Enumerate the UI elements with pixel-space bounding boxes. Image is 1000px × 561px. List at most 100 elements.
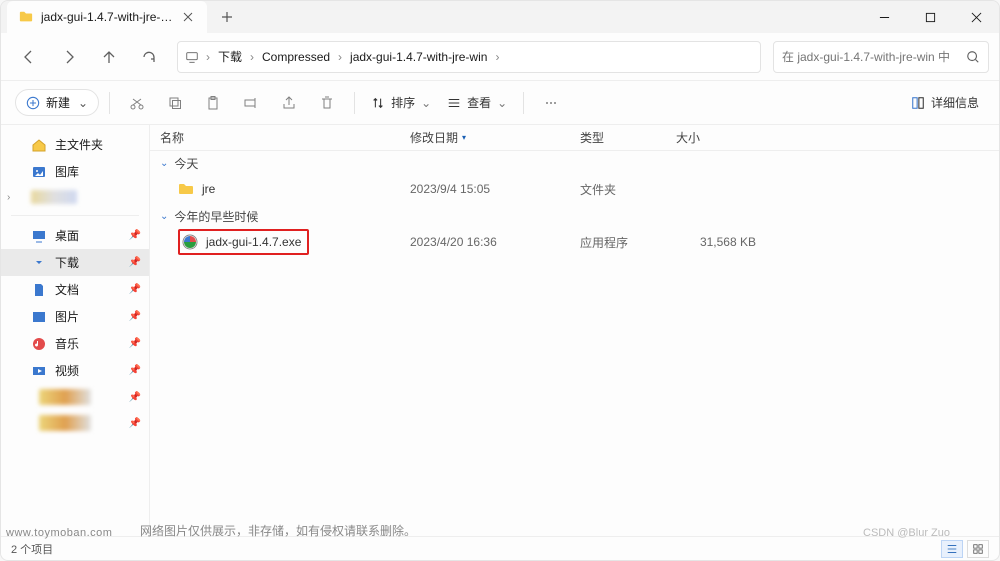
close-icon[interactable] (181, 10, 195, 24)
column-date[interactable]: 修改日期▾ (400, 129, 570, 146)
chevron-right-icon: › (204, 50, 212, 64)
refresh-button[interactable] (131, 39, 167, 75)
sidebar-item-pictures[interactable]: 图片 📌 (1, 303, 149, 330)
sidebar-item-redacted[interactable]: 📌 (1, 384, 149, 410)
exe-icon (182, 234, 198, 250)
sidebar-item-redacted[interactable]: 📌 (1, 410, 149, 436)
group-header-today[interactable]: ⌄ 今天 (150, 151, 999, 174)
file-row[interactable]: jadx-gui-1.4.7.exe 2023/4/20 16:36 应用程序 … (150, 227, 999, 257)
documents-icon (31, 282, 47, 298)
sidebar-item-label: 桌面 (55, 227, 79, 244)
folder-icon (178, 181, 194, 197)
column-headers: 名称 修改日期▾ 类型 大小 (150, 125, 999, 151)
sidebar-item-label: 文档 (55, 281, 79, 298)
share-button[interactable] (272, 86, 306, 120)
breadcrumb[interactable]: › 下载 › Compressed › jadx-gui-1.4.7-with-… (177, 41, 761, 73)
highlighted-file: jadx-gui-1.4.7.exe (178, 229, 309, 255)
sort-button[interactable]: 排序 ⌄ (365, 90, 437, 115)
group-header-earlier[interactable]: ⌄ 今年的早些时候 (150, 204, 999, 227)
back-button[interactable] (11, 39, 47, 75)
group-label: 今年的早些时候 (174, 208, 258, 225)
details-icon (911, 96, 925, 110)
rename-button[interactable] (234, 86, 268, 120)
sort-icon (371, 96, 385, 110)
window-tab[interactable]: jadx-gui-1.4.7-with-jre-win (7, 1, 207, 33)
pin-icon: 📌 (129, 311, 141, 322)
column-type[interactable]: 类型 (570, 129, 666, 146)
view-label: 查看 (467, 94, 491, 111)
videos-icon (31, 363, 47, 379)
details-label: 详细信息 (931, 94, 979, 111)
blurred-label (31, 190, 77, 204)
details-pane-button[interactable]: 详细信息 (905, 90, 985, 115)
pin-icon: 📌 (129, 418, 141, 429)
sidebar-item-documents[interactable]: 文档 📌 (1, 276, 149, 303)
separator (109, 92, 110, 114)
plus-circle-icon (26, 96, 40, 110)
sidebar-item-label: 音乐 (55, 335, 79, 352)
paste-button[interactable] (196, 86, 230, 120)
new-label: 新建 (46, 94, 70, 111)
sidebar: 主文件夹 图库 › 桌面 📌 下载 📌 (1, 125, 149, 536)
command-bar: 新建 ⌄ 排序 ⌄ 查看 ⌄ 详细信息 (1, 81, 999, 125)
file-name: jadx-gui-1.4.7.exe (206, 235, 301, 249)
window-controls (861, 1, 999, 33)
file-row[interactable]: jre 2023/9/4 15:05 文件夹 (150, 174, 999, 204)
delete-button[interactable] (310, 86, 344, 120)
file-date: 2023/4/20 16:36 (400, 235, 570, 249)
pin-icon: 📌 (129, 338, 141, 349)
chevron-down-icon: ⌄ (421, 96, 431, 110)
separator (523, 92, 524, 114)
file-pane: 名称 修改日期▾ 类型 大小 ⌄ 今天 jre 2023/9/4 15:05 文… (149, 125, 999, 536)
monitor-icon (184, 49, 200, 65)
pin-icon: 📌 (129, 365, 141, 376)
chevron-down-icon: ⌄ (497, 96, 507, 110)
sidebar-item-home[interactable]: 主文件夹 (1, 131, 149, 158)
chevron-down-icon: ⌄ (78, 96, 88, 110)
column-size[interactable]: 大小 (666, 129, 766, 146)
cut-button[interactable] (120, 86, 154, 120)
music-icon (31, 336, 47, 352)
chevron-down-icon: ⌄ (160, 211, 168, 222)
breadcrumb-item[interactable]: Compressed (258, 50, 334, 64)
forward-button[interactable] (51, 39, 87, 75)
pin-icon: 📌 (129, 230, 141, 241)
file-type: 应用程序 (570, 234, 666, 251)
sidebar-item-downloads[interactable]: 下载 📌 (1, 249, 149, 276)
chevron-right-icon: › (7, 192, 10, 203)
search-input[interactable] (782, 50, 960, 64)
blurred-label (39, 389, 91, 405)
sort-label: 排序 (391, 94, 415, 111)
new-tab-button[interactable] (213, 3, 241, 31)
column-name[interactable]: 名称 (150, 129, 400, 146)
pictures-icon (31, 309, 47, 325)
copy-button[interactable] (158, 86, 192, 120)
search-box[interactable] (773, 41, 989, 73)
details-view-toggle[interactable] (941, 540, 963, 558)
maximize-button[interactable] (907, 1, 953, 33)
sidebar-item-videos[interactable]: 视频 📌 (1, 357, 149, 384)
up-button[interactable] (91, 39, 127, 75)
breadcrumb-item[interactable]: jadx-gui-1.4.7-with-jre-win (346, 50, 491, 64)
home-icon (31, 137, 47, 153)
icons-view-toggle[interactable] (967, 540, 989, 558)
sidebar-item-gallery[interactable]: 图库 (1, 158, 149, 185)
breadcrumb-item[interactable]: 下载 (214, 48, 246, 65)
sidebar-item-desktop[interactable]: 桌面 📌 (1, 222, 149, 249)
new-button[interactable]: 新建 ⌄ (15, 89, 99, 116)
downloads-icon (31, 255, 47, 271)
view-icon (447, 96, 461, 110)
file-date: 2023/9/4 15:05 (400, 182, 570, 196)
desktop-icon (31, 228, 47, 244)
sidebar-item-label: 图片 (55, 308, 79, 325)
close-window-button[interactable] (953, 1, 999, 33)
pin-icon: 📌 (129, 392, 141, 403)
chevron-right-icon: › (336, 50, 344, 64)
view-button[interactable]: 查看 ⌄ (441, 90, 513, 115)
sidebar-item-music[interactable]: 音乐 📌 (1, 330, 149, 357)
minimize-button[interactable] (861, 1, 907, 33)
sidebar-item-redacted[interactable]: › (1, 185, 149, 209)
tab-title: jadx-gui-1.4.7-with-jre-win (41, 10, 173, 24)
sidebar-item-label: 视频 (55, 362, 79, 379)
more-button[interactable] (534, 86, 568, 120)
